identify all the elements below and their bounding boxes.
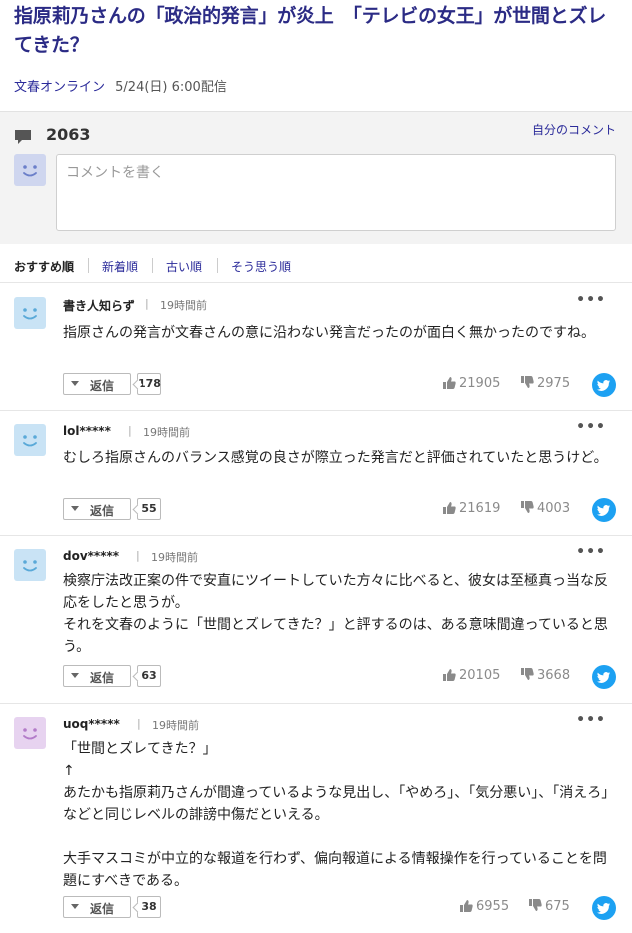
reply-label: 返信 (90, 902, 115, 916)
more-options-icon[interactable]: ••• (576, 544, 606, 560)
reply-button[interactable]: 返信 (63, 498, 131, 520)
comment-author[interactable]: uoq***** (63, 717, 120, 731)
dislike-count: 2975 (537, 376, 571, 391)
like-count: 21619 (459, 501, 501, 516)
separator: | (145, 297, 149, 310)
thumbs-down-icon (521, 376, 534, 388)
thumbs-up-icon (443, 502, 456, 514)
comment-item: lol***** | 19時間前 ••• むしろ指原さんのバランス感覚の良さが際… (0, 411, 632, 536)
reply-count[interactable]: 178 (137, 373, 161, 395)
separator: | (136, 549, 140, 562)
tab-divider (152, 258, 153, 273)
more-options-icon[interactable]: ••• (576, 419, 606, 435)
tab-most-agreed[interactable]: そう思う順 (231, 258, 291, 275)
avatar-icon (14, 424, 46, 456)
reply-button[interactable]: 返信 (63, 665, 131, 687)
comment-input[interactable]: コメントを書く (56, 154, 616, 231)
comment-item: 書き人知らず | 19時間前 ••• 指原さんの発言が文春さんの意に沿わない発言… (0, 284, 632, 411)
comment-item: dov***** | 19時間前 ••• 検察庁法改正案の件で安直にツイートして… (0, 536, 632, 704)
comment-time: 19時間前 (152, 719, 199, 732)
my-comments-link[interactable]: 自分のコメント (532, 121, 616, 138)
twitter-share-icon[interactable] (592, 498, 616, 522)
reply-label: 返信 (90, 671, 115, 685)
tab-divider (217, 258, 218, 273)
dislike-button[interactable]: 4003 (521, 501, 570, 516)
article-byline: 文春オンライン 5/24(日) 6:00配信 (14, 76, 227, 95)
comment-body: 指原さんの発言が文春さんの意に沿わない発言だったのが面白く無かったのですね。 (63, 325, 595, 341)
chevron-down-icon (71, 506, 79, 511)
tab-newest[interactable]: 新着順 (102, 258, 138, 275)
reply-label: 返信 (90, 379, 115, 393)
reply-label: 返信 (90, 504, 115, 518)
reply-count[interactable]: 63 (137, 665, 161, 687)
dislike-count: 675 (545, 899, 570, 914)
more-options-icon[interactable]: ••• (576, 292, 606, 308)
source-link[interactable]: 文春オンライン (14, 80, 105, 95)
reply-count[interactable]: 55 (137, 498, 161, 520)
comment-count: 2063 (46, 125, 91, 144)
chevron-down-icon (71, 673, 79, 678)
comment-compose-area: 2063 自分のコメント コメントを書く (0, 111, 632, 244)
comment-body: むしろ指原さんのバランス感覚の良さが際立った発言だと評価されていたと思うけど。 (63, 450, 608, 466)
tab-divider (88, 258, 89, 273)
like-button[interactable]: 20105 (443, 668, 500, 683)
thumbs-up-icon (460, 900, 473, 912)
like-count: 21905 (459, 376, 501, 391)
avatar-icon (14, 717, 46, 749)
like-count: 20105 (459, 668, 501, 683)
reply-button[interactable]: 返信 (63, 373, 131, 395)
reply-count[interactable]: 38 (137, 896, 161, 918)
thumbs-down-icon (521, 501, 534, 513)
chevron-down-icon (71, 904, 79, 909)
comment-author[interactable]: 書き人知らず (63, 297, 135, 314)
separator: | (128, 424, 132, 437)
avatar-icon (14, 297, 46, 329)
twitter-share-icon[interactable] (592, 896, 616, 920)
more-options-icon[interactable]: ••• (576, 712, 606, 728)
like-count: 6955 (476, 899, 510, 914)
article-title[interactable]: 指原莉乃さんの「政治的発言」が炎上 「テレビの女王」が世間とズレてきた？ (14, 2, 622, 60)
comment-author[interactable]: dov***** (63, 549, 119, 563)
dislike-button[interactable]: 675 (529, 899, 570, 914)
comment-time: 19時間前 (143, 426, 190, 439)
like-button[interactable]: 6955 (460, 899, 509, 914)
dislike-button[interactable]: 2975 (521, 376, 570, 391)
thumbs-up-icon (443, 669, 456, 681)
comment-time: 19時間前 (151, 551, 198, 564)
tab-oldest[interactable]: 古い順 (166, 258, 202, 275)
thumbs-up-icon (443, 377, 456, 389)
user-avatar-icon (14, 154, 46, 186)
comment-time: 19時間前 (160, 299, 207, 312)
publish-date: 5/24(日) 6:00配信 (115, 80, 227, 95)
thumbs-down-icon (521, 668, 534, 680)
sort-tabs: おすすめ順 新着順 古い順 そう思う順 (0, 250, 632, 283)
dislike-count: 4003 (537, 501, 571, 516)
dislike-count: 3668 (537, 668, 571, 683)
thumbs-down-icon (529, 899, 542, 911)
like-button[interactable]: 21905 (443, 376, 500, 391)
comment-body: 「世間とズレてきた？」 ↑ あたかも指原莉乃さんが間違っているような見出し、「や… (63, 741, 609, 889)
separator: | (137, 717, 141, 730)
twitter-share-icon[interactable] (592, 373, 616, 397)
chevron-down-icon (71, 381, 79, 386)
comment-body: 検察庁法改正案の件で安直にツイートしていた方々に比べると、彼女は至極真っ当な反応… (63, 573, 609, 655)
dislike-button[interactable]: 3668 (521, 668, 570, 683)
twitter-share-icon[interactable] (592, 665, 616, 689)
comment-author[interactable]: lol***** (63, 424, 111, 438)
comment-item: uoq***** | 19時間前 ••• 「世間とズレてきた？」 ↑ あたかも指… (0, 704, 632, 933)
like-button[interactable]: 21619 (443, 501, 500, 516)
reply-button[interactable]: 返信 (63, 896, 131, 918)
tab-recommended[interactable]: おすすめ順 (14, 258, 74, 275)
avatar-icon (14, 549, 46, 581)
comment-bubble-icon (15, 130, 31, 144)
